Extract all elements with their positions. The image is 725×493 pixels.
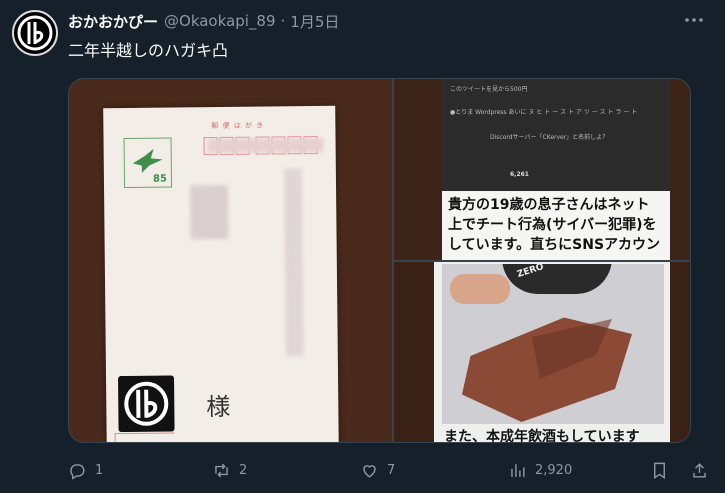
- stamp-bird-icon: [133, 149, 163, 173]
- reply-icon: [70, 463, 85, 480]
- notice-line: 貴方の19歳の息子さんはネット: [448, 197, 650, 213]
- reply-count: 1: [95, 462, 104, 478]
- media-grid: 85 郵 便 は が き 様 このツイートを見から500円 ●とりま Wordp…: [68, 78, 691, 443]
- notice-paper: このツイートを見から500円 ●とりま Wordpress あいに ヌ ヒ ト …: [442, 79, 670, 260]
- tweet-text: 二年半越しのハガキ凸: [68, 41, 229, 60]
- separator-dot: ·: [280, 12, 286, 30]
- views-button[interactable]: 2,920: [508, 455, 572, 485]
- user-handle[interactable]: @Okaokapi_89: [164, 12, 276, 30]
- heart-icon: [363, 464, 376, 478]
- retweet-icon: [215, 463, 228, 477]
- postcard: 85 郵 便 は が き 様: [103, 105, 339, 442]
- screenshot-area: このツイートを見から500円 ●とりま Wordpress あいに ヌ ヒ ト …: [442, 79, 670, 191]
- stamp-value: 85: [152, 173, 168, 185]
- postcard-label: 郵 便 は が き: [211, 121, 265, 131]
- honorific: 様: [206, 392, 231, 422]
- media-photo-jerky[interactable]: ZERO また、本成年飲酒もしています: [394, 262, 690, 443]
- blurred-address: [190, 184, 229, 240]
- bookmark-icon: [654, 462, 665, 479]
- screen-line: このツイートを見から500円: [450, 86, 528, 93]
- photo-caption: また、本成年飲酒もしています: [444, 429, 640, 443]
- like-button[interactable]: 7: [360, 455, 395, 485]
- retweet-button[interactable]: 2: [212, 455, 247, 485]
- display-name[interactable]: おかおかぴー: [68, 11, 158, 32]
- sender-logo-icon: [124, 381, 169, 426]
- views-icon: [511, 463, 525, 477]
- bookmark-button[interactable]: [650, 455, 677, 485]
- photo-paper: ZERO また、本成年飲酒もしています: [434, 262, 670, 443]
- reply-button[interactable]: 1: [68, 455, 103, 485]
- notice-line: 上でチート行為(サイバー犯罪)を: [448, 217, 657, 233]
- hand: [450, 274, 510, 304]
- tweet-header: おかおかぴー @Okaokapi_89 · 1月5日: [68, 10, 339, 32]
- blurred-name: [283, 168, 304, 357]
- postcard-grid: [114, 432, 175, 442]
- share-button[interactable]: [690, 455, 717, 485]
- blurred-zip: [207, 137, 324, 154]
- tweet-timestamp[interactable]: 1月5日: [290, 11, 339, 32]
- avatar-logo-icon: [17, 15, 53, 51]
- retweet-count: 2: [239, 462, 248, 478]
- media-photo-notice[interactable]: このツイートを見から500円 ●とりま Wordpress あいに ヌ ヒ ト …: [394, 79, 690, 260]
- sender-logo: [118, 375, 175, 433]
- media-photo-postcard[interactable]: 85 郵 便 は が き 様: [69, 79, 392, 442]
- photo-print: ZERO: [442, 264, 664, 424]
- screen-line: ●とりま Wordpress あいに ヌ ヒ ト ー ス ト ア ツ ー ス ト…: [450, 109, 638, 116]
- screen-stat: 6,261: [510, 171, 529, 178]
- avatar[interactable]: [12, 10, 58, 56]
- stamp: 85: [123, 137, 173, 189]
- like-count: 7: [387, 462, 396, 478]
- notice-line: しています。直ちにSNSアカウン: [448, 237, 661, 253]
- share-icon: [693, 462, 706, 478]
- views-count: 2,920: [535, 462, 573, 478]
- notice-text: 貴方の19歳の息子さんはネット 上でチート行為(サイバー犯罪)を しています。直…: [448, 195, 666, 255]
- more-options-icon[interactable]: [679, 8, 709, 32]
- tweet-actions: 1 2 7 2,920: [60, 455, 710, 485]
- screen-line: Discordサーバー「CKerver」と名前しよ？: [490, 134, 609, 141]
